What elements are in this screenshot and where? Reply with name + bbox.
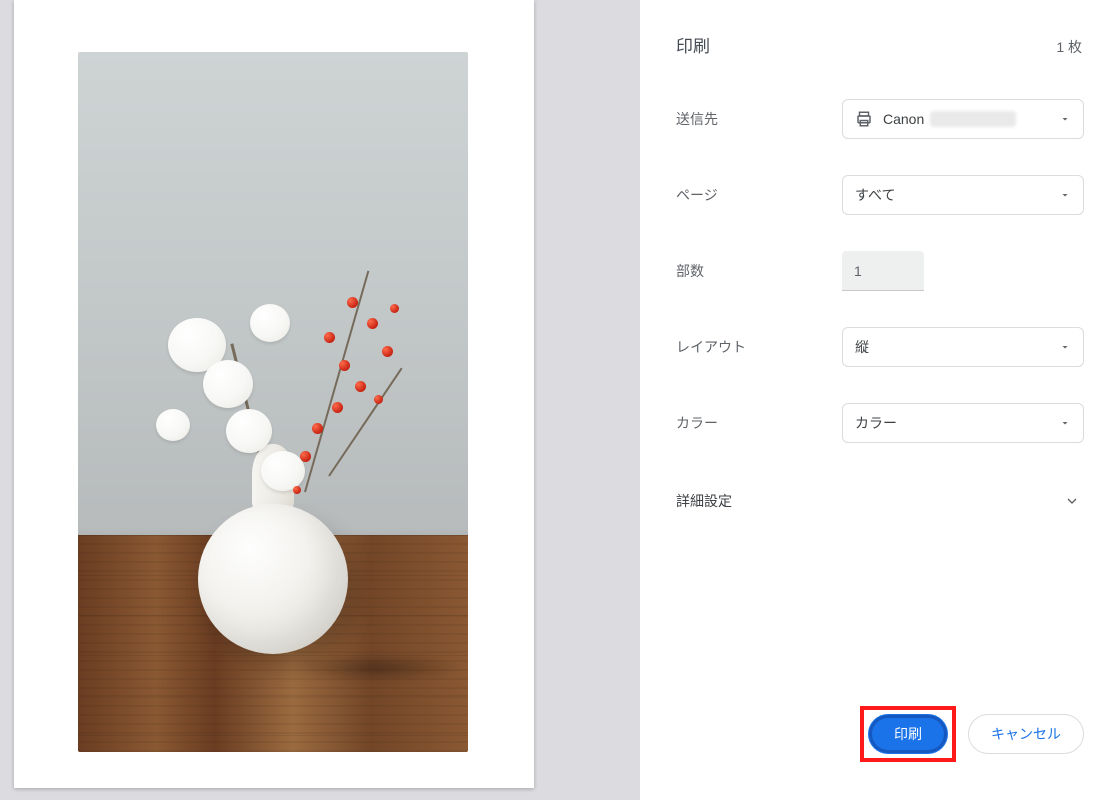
dialog-footer: 印刷 キャンセル	[676, 692, 1084, 780]
print-settings-panel: 印刷 1 枚 送信先 Canon ページ すべて	[640, 0, 1112, 800]
destination-model-redacted	[930, 111, 1016, 127]
layout-select[interactable]: 縦	[842, 327, 1084, 367]
label-layout: レイアウト	[676, 337, 826, 357]
color-select[interactable]: カラー	[842, 403, 1084, 443]
color-value: カラー	[855, 413, 897, 433]
printer-icon	[855, 110, 873, 128]
caret-down-icon	[1059, 189, 1071, 201]
preview-photo	[78, 52, 468, 752]
advanced-settings-toggle[interactable]: 詳細設定	[676, 461, 1084, 511]
copies-input[interactable]: 1	[842, 251, 924, 291]
caret-down-icon	[1059, 341, 1071, 353]
chevron-down-icon	[1064, 493, 1080, 509]
row-layout: レイアウト 縦	[676, 309, 1084, 385]
pages-select[interactable]: すべて	[842, 175, 1084, 215]
row-pages: ページ すべて	[676, 157, 1084, 233]
label-copies: 部数	[676, 261, 826, 281]
label-pages: ページ	[676, 185, 826, 205]
sheet-count: 1 枚	[1056, 37, 1082, 57]
row-color: カラー カラー	[676, 385, 1084, 461]
print-preview-pane	[0, 0, 640, 800]
caret-down-icon	[1059, 113, 1071, 125]
row-destination: 送信先 Canon	[676, 81, 1084, 157]
cancel-button[interactable]: キャンセル	[968, 714, 1084, 754]
pages-value: すべて	[855, 185, 895, 205]
row-copies: 部数 1	[676, 233, 1084, 309]
destination-value: Canon	[883, 111, 924, 127]
label-destination: 送信先	[676, 109, 826, 129]
layout-value: 縦	[855, 337, 869, 357]
advanced-label: 詳細設定	[676, 491, 732, 511]
panel-title: 印刷	[676, 32, 710, 57]
caret-down-icon	[1059, 417, 1071, 429]
copies-value: 1	[854, 263, 862, 279]
print-button-highlight: 印刷	[860, 706, 956, 762]
print-button[interactable]: 印刷	[868, 714, 948, 754]
destination-select[interactable]: Canon	[842, 99, 1084, 139]
preview-page	[14, 0, 534, 788]
label-color: カラー	[676, 413, 826, 433]
panel-header: 印刷 1 枚	[676, 28, 1084, 81]
